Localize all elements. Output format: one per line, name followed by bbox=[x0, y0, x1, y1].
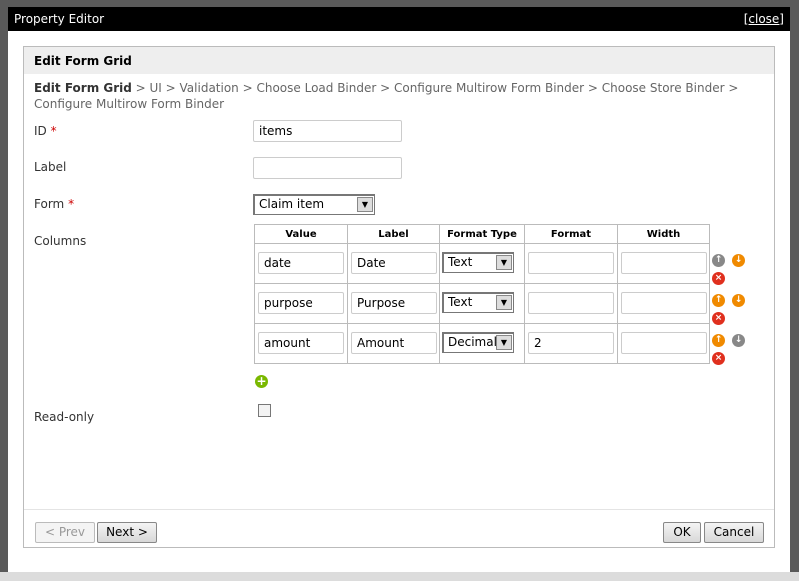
table-row: Text▼ bbox=[254, 283, 710, 324]
breadcrumb-current: Edit Form Grid bbox=[34, 81, 132, 95]
format-input[interactable] bbox=[528, 332, 614, 354]
chevron-down-icon: ▼ bbox=[357, 197, 373, 212]
dialog-title: Property Editor bbox=[14, 12, 105, 26]
col-header-label: Label bbox=[347, 224, 440, 244]
col-header-value: Value bbox=[254, 224, 348, 244]
chevron-down-icon: ▼ bbox=[496, 295, 512, 310]
breadcrumb-rest: > UI > Validation > Choose Load Binder >… bbox=[34, 81, 739, 111]
move-up-icon-disabled: ↑ bbox=[712, 254, 725, 267]
property-editor-dialog: Property Editor [close] Edit Form Grid E… bbox=[8, 7, 790, 572]
delete-row-icon[interactable]: × bbox=[712, 352, 725, 365]
table-row: Decimal▼ bbox=[254, 323, 710, 364]
cancel-button[interactable]: Cancel bbox=[704, 522, 764, 543]
delete-row-icon[interactable]: × bbox=[712, 272, 725, 285]
close-link[interactable]: [close] bbox=[744, 12, 784, 26]
title-bar: Property Editor [close] bbox=[8, 7, 790, 31]
format-input[interactable] bbox=[528, 252, 614, 274]
form-select[interactable]: Claim item ▼ bbox=[253, 194, 375, 215]
move-up-icon[interactable]: ↑ bbox=[712, 294, 725, 307]
format-type-select[interactable]: Text ▼ bbox=[442, 292, 514, 313]
label-input[interactable] bbox=[351, 292, 437, 314]
footer-divider bbox=[24, 509, 774, 510]
edit-form-grid-panel: Edit Form Grid Edit Form Grid > UI > Val… bbox=[23, 46, 775, 548]
columns-grid: Value Label Format Type Format Width Tex… bbox=[254, 224, 710, 364]
value-input[interactable] bbox=[258, 292, 344, 314]
next-button[interactable]: Next > bbox=[97, 522, 157, 543]
columns-label: Columns bbox=[34, 234, 87, 248]
chevron-down-icon: ▼ bbox=[496, 335, 512, 350]
background-strip bbox=[0, 572, 799, 581]
format-type-select[interactable]: Decimal ▼ bbox=[442, 332, 514, 353]
id-label: ID * bbox=[34, 124, 57, 138]
col-header-format: Format bbox=[524, 224, 618, 244]
breadcrumb: Edit Form Grid > UI > Validation > Choos… bbox=[34, 80, 764, 112]
label-label: Label bbox=[34, 160, 67, 174]
value-input[interactable] bbox=[258, 332, 344, 354]
value-input[interactable] bbox=[258, 252, 344, 274]
add-row-icon[interactable]: + bbox=[255, 375, 268, 388]
label-input[interactable] bbox=[351, 252, 437, 274]
readonly-label: Read-only bbox=[34, 410, 95, 424]
format-type-select[interactable]: Text ▼ bbox=[442, 252, 514, 273]
label-input[interactable] bbox=[351, 332, 437, 354]
move-down-icon-disabled: ↓ bbox=[732, 334, 745, 347]
col-header-format-type: Format Type bbox=[439, 224, 525, 244]
chevron-down-icon: ▼ bbox=[496, 255, 512, 270]
col-header-width: Width bbox=[617, 224, 710, 244]
panel-title: Edit Form Grid bbox=[24, 47, 774, 74]
width-input[interactable] bbox=[621, 332, 707, 354]
move-down-icon[interactable]: ↓ bbox=[732, 294, 745, 307]
prev-button[interactable]: < Prev bbox=[35, 522, 95, 543]
label-input[interactable] bbox=[253, 157, 402, 179]
readonly-checkbox[interactable] bbox=[258, 404, 271, 417]
form-label: Form * bbox=[34, 197, 75, 211]
delete-row-icon[interactable]: × bbox=[712, 312, 725, 325]
move-up-icon[interactable]: ↑ bbox=[712, 334, 725, 347]
move-down-icon[interactable]: ↓ bbox=[732, 254, 745, 267]
format-input[interactable] bbox=[528, 292, 614, 314]
width-input[interactable] bbox=[621, 292, 707, 314]
id-input[interactable] bbox=[253, 120, 402, 142]
table-row: Text▼ bbox=[254, 243, 710, 284]
ok-button[interactable]: OK bbox=[663, 522, 701, 543]
width-input[interactable] bbox=[621, 252, 707, 274]
